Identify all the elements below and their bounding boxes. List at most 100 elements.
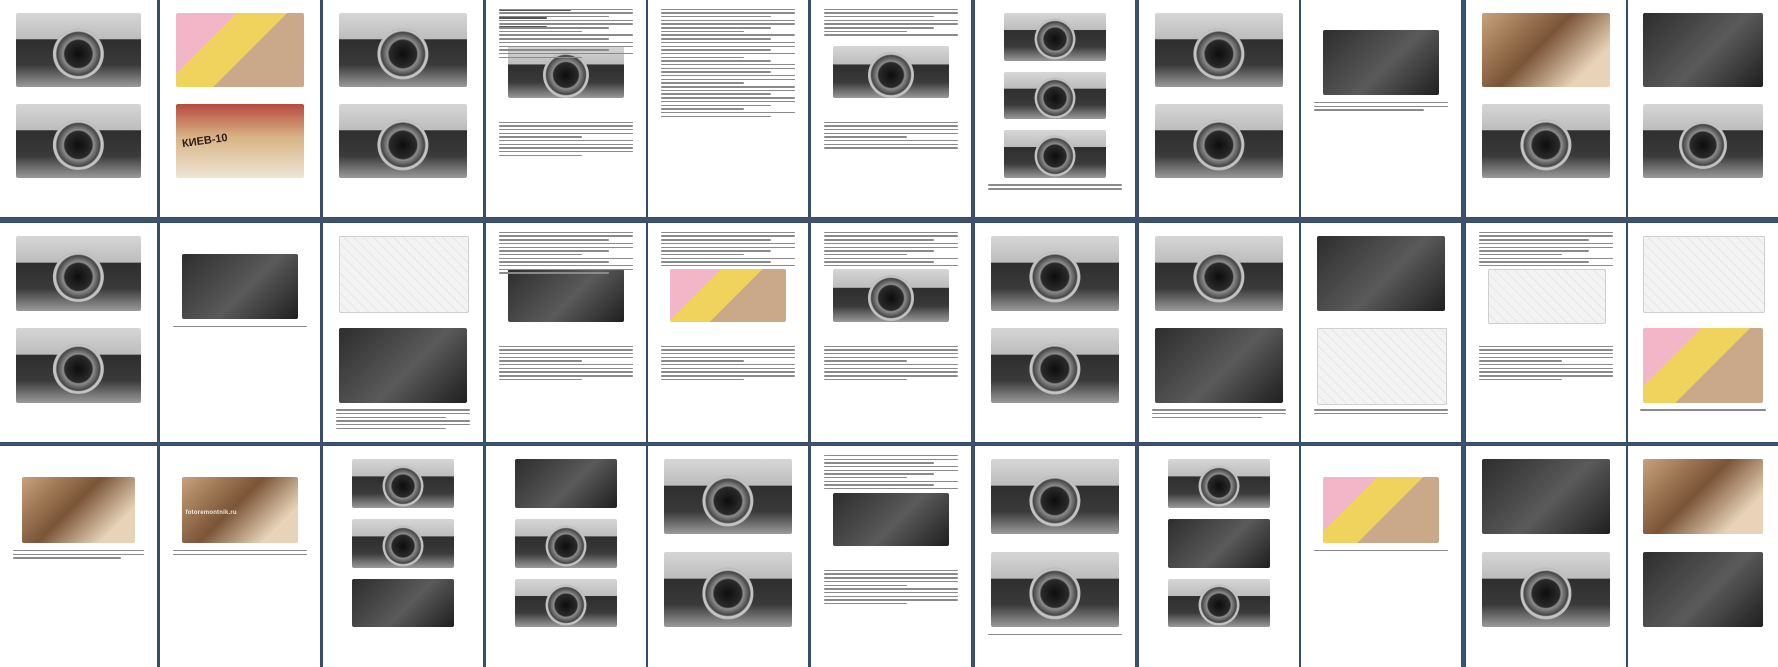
text-line [660,60,771,62]
text-line [823,246,959,248]
page-thumbnail[interactable] [486,446,646,667]
page-text-block [1151,409,1287,420]
text-line [823,345,959,348]
page-photo [1482,104,1610,178]
text-line [660,104,771,106]
text-line [498,121,634,123]
text-line [660,30,745,33]
page-thumbnail[interactable] [323,223,483,442]
text-line [1151,409,1287,411]
text-line [823,569,959,572]
page-photo [514,518,618,568]
text-line [823,476,908,479]
text-line [498,360,583,362]
page-thumbnail[interactable] [0,223,157,442]
text-line [823,139,959,142]
page-photo [1155,236,1283,311]
text-line [498,128,634,131]
text-line [498,364,634,366]
text-line [498,143,634,146]
page-thumbnail[interactable] [975,446,1135,667]
text-line [1478,378,1563,381]
page-photo [1003,71,1107,120]
text-line [1478,367,1614,370]
page-thumbnail[interactable] [0,446,157,667]
text-line [1478,375,1614,377]
page-thumbnail[interactable] [648,0,808,217]
text-line [823,454,959,457]
page-thumbnail[interactable] [1301,446,1461,667]
text-line [823,353,959,355]
text-line [823,480,959,483]
text-line [823,132,959,134]
text-line [823,488,959,490]
text-line [823,360,908,362]
page-photo [1643,328,1763,403]
text-line [660,349,796,351]
text-line [660,86,796,88]
page-thumbnail[interactable] [1628,0,1778,217]
text-line [660,261,771,263]
text-line [823,573,959,575]
text-line [498,268,634,271]
page-photo [15,104,142,178]
text-line [823,375,959,377]
text-line [823,16,934,18]
page-thumbnail[interactable] [975,0,1135,217]
text-line [987,188,1123,190]
text-line [498,147,634,149]
page-thumbnail[interactable] [811,446,971,667]
page-photo [339,328,467,403]
page-photo [991,459,1119,535]
page-thumbnail[interactable] [1466,223,1626,442]
page-thumbnail[interactable] [486,0,646,217]
text-line [172,325,308,328]
page-thumbnail[interactable] [1466,0,1626,217]
text-line [498,34,634,36]
page-thumbnail[interactable] [323,0,483,217]
page-thumbnail[interactable] [1139,446,1299,667]
text-line [823,580,959,583]
text-line [660,257,796,259]
page-thumbnail[interactable] [160,223,320,442]
page-thumbnail[interactable] [0,0,157,217]
text-line [498,30,583,33]
text-line [660,108,745,110]
text-line [660,242,796,245]
text-line [498,23,634,25]
text-line [823,242,959,245]
page-thumbnail[interactable] [323,446,483,667]
text-line [823,465,959,468]
page-thumbnail[interactable] [1301,0,1461,217]
page-thumbnail[interactable] [975,223,1135,442]
page-photo [21,476,135,544]
page-photo [1482,13,1610,87]
text-line [823,378,908,381]
page-thumbnail[interactable] [486,223,646,442]
page-thumbnail[interactable] [1628,223,1778,442]
page-thumbnail[interactable]: КИЕВ-10 [160,0,320,217]
text-line [335,420,471,422]
page-thumbnail[interactable] [811,0,971,217]
page-thumbnail[interactable] [648,446,808,667]
page-thumbnail[interactable] [811,223,971,442]
page-thumbnail[interactable]: fotoremontnik.ru [160,446,320,667]
text-line [498,231,634,234]
page-photo [1317,328,1447,405]
page-thumbnail[interactable] [1139,0,1299,217]
text-line [987,633,1123,636]
text-line [1478,250,1589,252]
text-line [823,257,959,259]
page-thumbnail-grid: КИЕВ-10 fotoremontnik.ru [0,0,1778,667]
page-thumbnail[interactable] [1466,446,1626,667]
page-thumbnail[interactable] [1301,223,1461,442]
text-line [660,23,796,25]
text-line [823,356,959,359]
page-thumbnail[interactable] [1628,446,1778,667]
text-line [1478,257,1614,259]
page-text-block [498,121,634,159]
page-thumbnail[interactable] [1139,223,1299,442]
page-text-block [335,409,471,431]
page-photo [833,492,949,546]
page-thumbnail[interactable] [648,223,808,442]
